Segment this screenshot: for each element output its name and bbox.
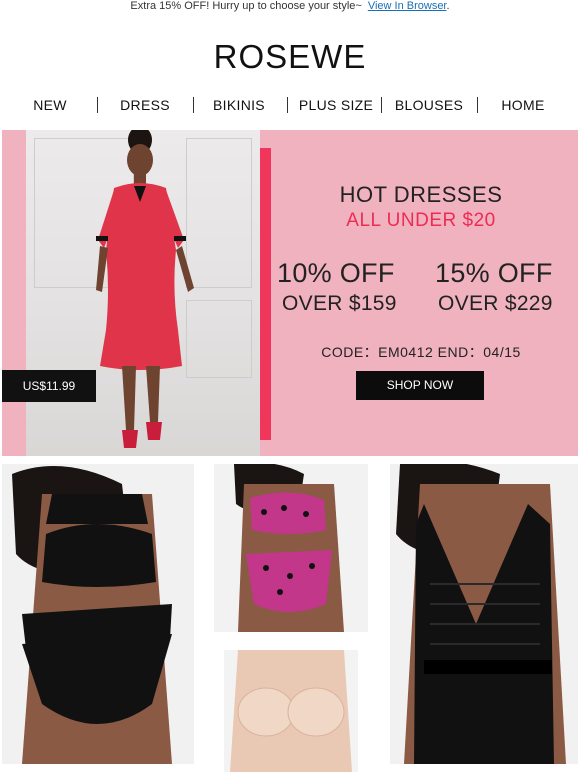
shop-now-button[interactable]: SHOP NOW (356, 371, 484, 400)
hero-subtitle: ALL UNDER $20 (346, 210, 496, 231)
nav-divider (381, 97, 382, 113)
accent-strip (260, 148, 271, 440)
nav-item-home[interactable]: HOME (490, 95, 556, 117)
product-black-one-piece[interactable] (390, 464, 578, 764)
nav-item-bikinis[interactable]: BIKINIS (203, 95, 275, 117)
offer-2-discount: 15% OFF (435, 258, 553, 288)
main-nav: NEW DRESS BIKINIS PLUS SIZE BLOUSES HOME (0, 95, 580, 117)
nav-divider (193, 97, 194, 113)
nav-item-blouses[interactable]: BLOUSES (389, 95, 469, 117)
hero-model-photo[interactable] (26, 130, 260, 456)
promo-bar: Extra 15% OFF! Hurry up to choose your s… (130, 0, 450, 12)
nav-divider (97, 97, 98, 113)
black-bikini-image (2, 464, 194, 764)
price-tag[interactable]: US$11.99 (2, 370, 96, 402)
view-in-browser-link[interactable]: View In Browser (368, 0, 447, 12)
brand-logo[interactable]: ROSEWE (0, 40, 580, 74)
nav-item-new[interactable]: NEW (18, 95, 82, 117)
nav-divider (287, 97, 288, 113)
leopard-bikini-image (214, 464, 368, 632)
promo-text: Extra 15% OFF! Hurry up to choose your s… (130, 0, 362, 12)
model-in-red-dress-image (96, 130, 194, 448)
product-black-cage-bikini[interactable] (2, 464, 194, 764)
hero-title: HOT DRESSES (339, 182, 503, 207)
offer-1-discount: 10% OFF (277, 258, 395, 288)
offer-1-threshold: OVER $159 (282, 292, 397, 315)
hero-banner[interactable]: US$11.99 HOT DRESSES ALL UNDER $20 10% O… (2, 130, 578, 456)
product-leopard-bikini[interactable] (214, 464, 368, 632)
coupon-code-line: CODE：EM0412 END：04/15 (321, 344, 521, 360)
nav-item-dress[interactable]: DRESS (108, 95, 182, 117)
offer-2-threshold: OVER $229 (438, 292, 553, 315)
adhesive-bra-image (224, 650, 358, 772)
nav-item-plus-size[interactable]: PLUS SIZE (294, 95, 378, 117)
black-swimsuit-image (390, 464, 578, 764)
nav-divider (477, 97, 478, 113)
product-adhesive-bra[interactable] (224, 650, 358, 772)
